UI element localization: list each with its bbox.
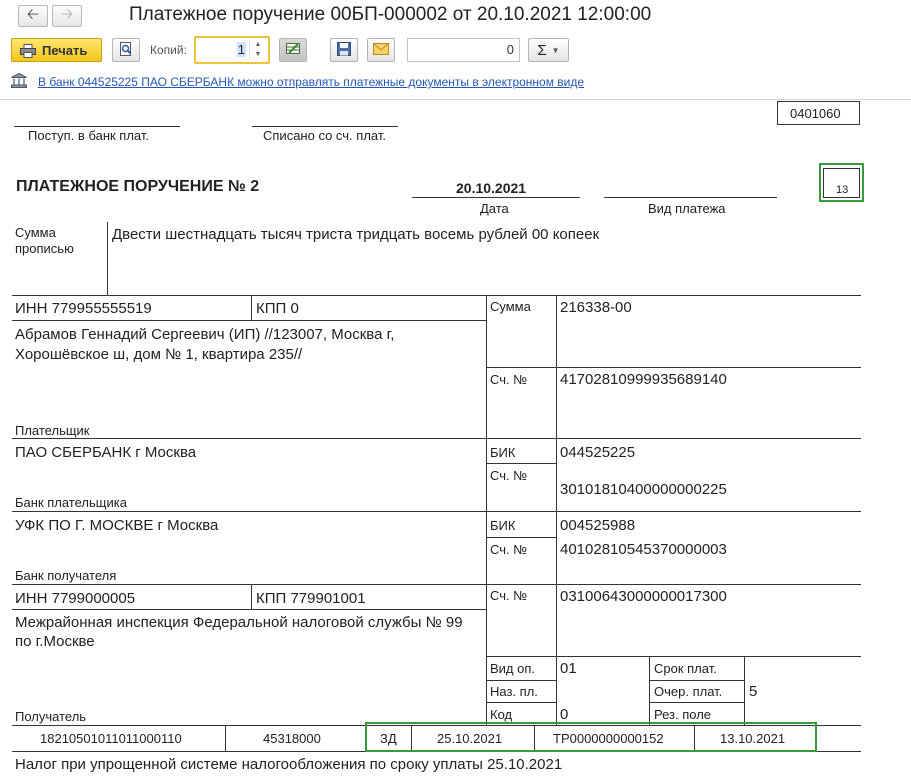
print-button[interactable]: Печать: [11, 38, 102, 62]
copies-spinner[interactable]: ▲ ▼: [249, 40, 266, 60]
table-edit-icon: [285, 41, 301, 59]
payer-bank-account: 30101810400000000225: [560, 481, 727, 498]
recipient-bank-label: Банк получателя: [15, 568, 117, 583]
recipient-bik: 004525988: [560, 517, 636, 534]
document-date: 20.10.2021: [456, 180, 527, 196]
reserve-label: Рез. поле: [654, 707, 712, 722]
code-label: Код: [490, 707, 513, 722]
date-label: Дата: [480, 201, 509, 216]
kbk-value: 18210501011011000110: [40, 731, 182, 746]
sum-menu-button[interactable]: Σ ▼: [528, 38, 569, 62]
copies-input[interactable]: 1 ▲ ▼: [194, 36, 270, 64]
recipient-label: Получатель: [15, 709, 87, 724]
payer-name-line-2: Хорошёвское ш, дом № 1, квартира 235//: [15, 346, 303, 363]
status-code: 13: [836, 184, 849, 196]
sum-label: Сумма: [490, 299, 531, 314]
payment-type-label: Вид платежа: [648, 201, 726, 216]
payer-bank: ПАО СБЕРБАНК г Москва: [15, 444, 197, 461]
payer-label: Плательщик: [15, 423, 90, 438]
arrow-left-icon: 🡠: [26, 5, 40, 23]
preview-button[interactable]: [112, 38, 140, 62]
payer-kpp: КПП 0: [256, 300, 299, 317]
payment-purpose: Налог при упрощенной системе налогооблож…: [15, 756, 563, 773]
sum-in-words: Двести шестнадцать тысяч триста тридцать…: [112, 226, 600, 243]
priority-label: Очер. плат.: [654, 684, 723, 699]
form-code: 0401060: [790, 106, 841, 121]
payer-bik: 044525225: [560, 444, 636, 461]
op-type-label: Вид оп.: [490, 661, 536, 676]
payer-account-label: Сч. №: [490, 372, 528, 387]
recipient-name-line-2: по г.Москве: [15, 633, 95, 650]
due-label: Срок плат.: [654, 661, 717, 676]
copies-label: Копий:: [150, 43, 187, 57]
payer-account: 41702810999935689140: [560, 371, 727, 388]
purpose-code-label: Наз. пл.: [490, 684, 538, 699]
printer-icon: [20, 43, 36, 58]
priority-value: 5: [749, 683, 758, 700]
envelope-icon: [373, 42, 389, 58]
recipient-bank: УФК ПО Г. МОСКВЕ г Москва: [15, 517, 219, 534]
code-value: 0: [560, 706, 569, 723]
bank-building-icon: [11, 72, 27, 93]
chevron-down-icon: ▼: [551, 45, 560, 55]
recipient-name-line-1: Межрайонная инспекция Федеральной налого…: [15, 614, 463, 631]
tax-fields-highlight: [365, 722, 817, 752]
received-label: Поступ. в банк плат.: [28, 128, 150, 143]
payer-bank-label: Банк плательщика: [15, 495, 127, 510]
electronic-documents-link[interactable]: В банк 044525225 ПАО СБЕРБАНК можно отпр…: [38, 75, 584, 89]
save-button[interactable]: [330, 38, 358, 62]
print-label: Печать: [42, 42, 88, 58]
sum-words-label-1: Сумма: [15, 225, 56, 240]
payer-name-line-1: Абрамов Геннадий Сергеевич (ИП) //123007…: [15, 326, 395, 343]
edit-mode-button[interactable]: [279, 38, 307, 62]
recipient-bik-label: БИК: [490, 518, 516, 533]
recipient-account-label: Сч. №: [490, 588, 528, 603]
debited-label: Списано со сч. плат.: [263, 128, 386, 143]
arrow-right-icon: 🡢: [60, 5, 74, 23]
sigma-icon: Σ: [537, 41, 547, 59]
send-email-button[interactable]: [367, 38, 395, 62]
back-button[interactable]: 🡠: [18, 5, 48, 27]
recipient-bank-account-label: Сч. №: [490, 542, 528, 557]
recipient-account: 03100643000000017300: [560, 588, 727, 605]
payer-bank-account-label: Сч. №: [490, 468, 528, 483]
magnifier-page-icon: [118, 41, 134, 60]
sum-words-label-2: прописью: [15, 241, 74, 256]
document-title: ПЛАТЕЖНОЕ ПОРУЧЕНИЕ № 2: [16, 178, 260, 195]
op-type-value: 01: [560, 660, 577, 677]
payer-bik-label: БИК: [490, 445, 516, 460]
recipient-bank-account: 40102810545370000003: [560, 541, 727, 558]
sum-value: 216338-00: [560, 299, 632, 316]
recipient-inn: ИНН 7799000005: [15, 590, 136, 607]
copies-value: 1: [236, 42, 246, 57]
recipient-kpp: КПП 779901001: [256, 590, 366, 607]
forward-button[interactable]: 🡢: [52, 5, 82, 27]
payer-inn: ИНН 779955555519: [15, 300, 152, 317]
oktmo-value: 45318000: [263, 731, 321, 746]
window-title: Платежное поручение 00БП-000002 от 20.10…: [129, 4, 652, 25]
floppy-disk-icon: [336, 41, 352, 60]
sum-value-field[interactable]: 0: [407, 38, 520, 62]
toolbar-separator: [0, 99, 911, 100]
